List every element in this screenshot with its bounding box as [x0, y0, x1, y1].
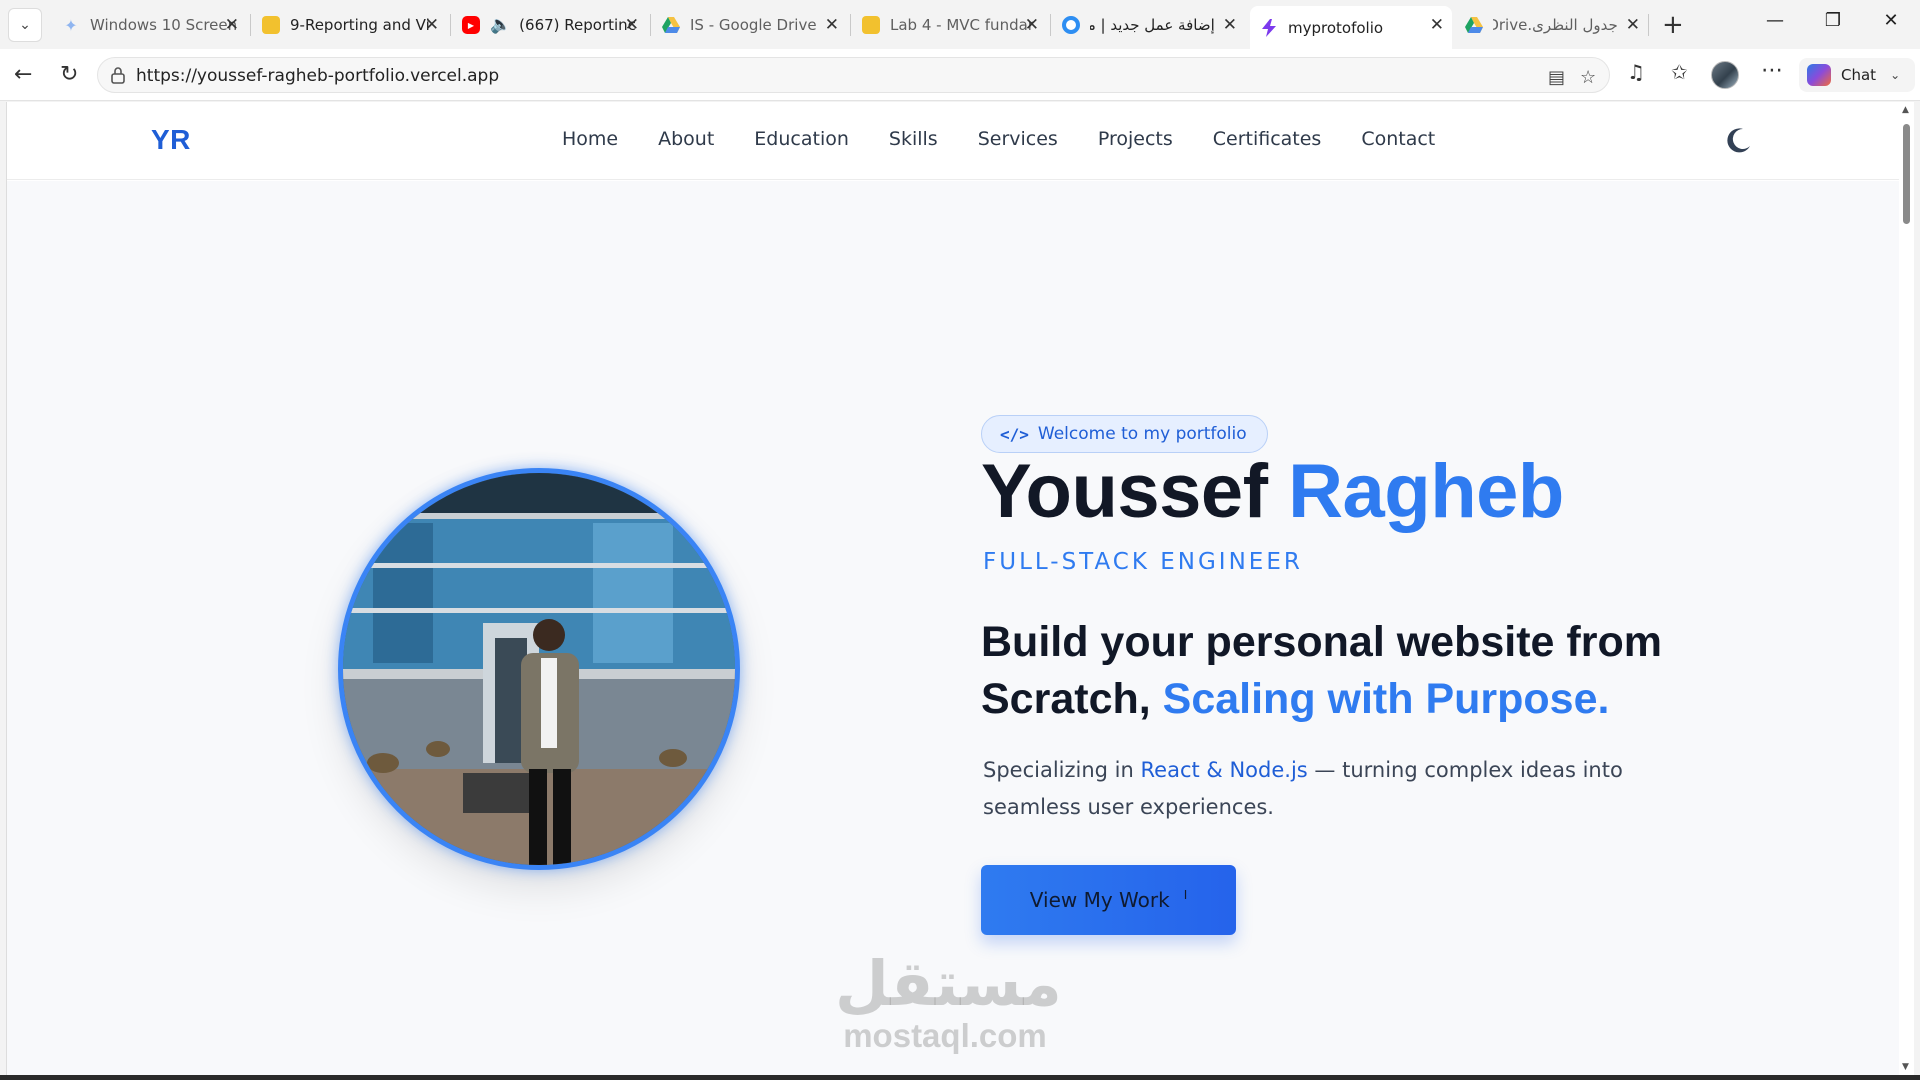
close-icon[interactable]: ✕	[425, 15, 439, 35]
tab-title: 9-Reporting and Vi	[290, 16, 430, 34]
site-menu: Home About Education Skills Services Pro…	[562, 128, 1475, 150]
close-icon[interactable]: ✕	[1626, 15, 1640, 35]
copilot-chat-button[interactable]: Chat ⌄	[1799, 58, 1915, 92]
name-first: Youssef	[981, 449, 1268, 534]
mostaql-watermark: مستقل mostaql.com	[835, 947, 1062, 1055]
code-icon: </>	[1000, 424, 1029, 444]
browser-tab[interactable]: IS - Google Drive ✕	[652, 6, 847, 44]
badge-label: Welcome to my portfolio	[1037, 424, 1247, 444]
browser-tab[interactable]: Lab 4 - MVC fundar ✕	[852, 6, 1047, 44]
scrollbar-thumb[interactable]	[1903, 124, 1910, 224]
nav-link-services[interactable]: Services	[978, 128, 1058, 150]
cta-label: View My Work	[1029, 888, 1170, 912]
close-icon[interactable]: ✕	[825, 15, 839, 35]
url-field[interactable]: https://youssef-ragheb-portfolio.vercel.…	[97, 57, 1610, 93]
speaker-icon[interactable]: 🔈	[490, 15, 511, 35]
hero-section: </> Welcome to my portfolio Youssef Ragh…	[7, 181, 1899, 1075]
browser-tab[interactable]: ▶ 🔈 (667) Reportinc ✕	[452, 6, 647, 44]
headline-line2: Scratch,	[981, 675, 1151, 723]
nav-link-home[interactable]: Home	[562, 128, 618, 150]
hero-description: Specializing in React & Node.js — turnin…	[983, 752, 1643, 826]
profile-photo	[338, 468, 740, 870]
close-icon[interactable]: ✕	[625, 15, 639, 35]
drive-icon	[1465, 16, 1483, 34]
watermark-arabic: مستقل	[835, 947, 1062, 1020]
headline-line1: Build your personal website from	[981, 618, 1662, 666]
sparkle-icon: ✦	[64, 15, 78, 35]
tab-title: (667) Reportinc	[519, 16, 636, 34]
lock-icon[interactable]	[110, 66, 126, 84]
page-viewport: YR Home About Education Skills Services …	[6, 102, 1899, 1075]
browser-tab[interactable]: ✦ Windows 10 Screen ✕	[52, 6, 247, 44]
tab-title: Windows 10 Screen	[90, 16, 237, 34]
tab-title: Lab 4 - MVC fundar	[890, 16, 1034, 34]
site-navbar: YR Home About Education Skills Services …	[7, 102, 1899, 180]
tab-strip: ⌄ ✦ Windows 10 Screen ✕ 9-Reporting and …	[0, 0, 1920, 49]
circle-icon	[1062, 16, 1080, 34]
tab-title: IS - Google Drive	[690, 16, 817, 34]
tab-actions-menu-button[interactable]: ⌄	[8, 8, 42, 42]
nav-link-projects[interactable]: Projects	[1098, 128, 1173, 150]
chat-label: Chat	[1841, 66, 1877, 84]
chevron-down-icon: ⌄	[19, 17, 31, 33]
nav-link-about[interactable]: About	[658, 128, 714, 150]
browser-tab[interactable]: إضافة عمل جديد | مـ ✕	[1052, 6, 1247, 44]
browser-tab-active[interactable]: myprotofolio ✕	[1250, 6, 1452, 49]
restore-button[interactable]: ❐	[1810, 10, 1856, 31]
site-logo[interactable]: YR	[151, 124, 191, 156]
favorite-star-icon[interactable]: ☆	[1580, 67, 1596, 88]
nav-link-skills[interactable]: Skills	[889, 128, 938, 150]
desc-prefix: Specializing in	[983, 758, 1134, 782]
close-icon[interactable]: ✕	[1223, 15, 1237, 35]
dark-mode-toggle-moon-icon[interactable]	[1721, 124, 1755, 158]
new-tab-button[interactable]: +	[1662, 10, 1684, 40]
name-last: Ragheb	[1288, 449, 1564, 534]
page-scrollbar[interactable]: ▲ ▼	[1899, 102, 1914, 1075]
scroll-down-arrow-icon[interactable]: ▼	[1902, 1062, 1909, 1072]
more-menu-icon[interactable]: ⋯	[1761, 58, 1783, 83]
watermark-latin: mostaql.com	[843, 1017, 1047, 1054]
headline-highlight: Scaling with Purpose.	[1162, 675, 1610, 723]
hero-headline: Build your personal website from Scratch…	[981, 614, 1741, 728]
back-button[interactable]: ←	[14, 62, 32, 87]
copilot-icon	[1807, 64, 1831, 86]
chevron-down-icon[interactable]: ⌄	[1890, 68, 1900, 82]
nav-link-certificates[interactable]: Certificates	[1213, 128, 1322, 150]
browser-tab[interactable]: جدول النظرى.Drive ✕	[1455, 6, 1650, 44]
tab-title: جدول النظرى.Drive	[1493, 16, 1618, 34]
scroll-up-arrow-icon[interactable]: ▲	[1902, 105, 1909, 115]
profile-avatar[interactable]	[1711, 61, 1739, 89]
view-my-work-button[interactable]: View My Work I	[981, 865, 1236, 935]
media-control-icon[interactable]: ♫	[1627, 60, 1645, 84]
close-icon[interactable]: ✕	[225, 15, 239, 35]
favorites-icon[interactable]: ✩	[1671, 60, 1688, 84]
tab-title: myprotofolio	[1288, 18, 1384, 37]
refresh-button[interactable]: ↻	[60, 62, 78, 87]
reader-view-icon[interactable]: ▤	[1548, 67, 1565, 88]
drive-icon	[662, 16, 680, 34]
text-cursor-icon: I	[1183, 888, 1188, 902]
nav-link-education[interactable]: Education	[754, 128, 849, 150]
hero-name: Youssef Ragheb	[981, 448, 1564, 535]
hero-role: FULL-STACK ENGINEER	[983, 549, 1303, 575]
minimize-button[interactable]: —	[1752, 10, 1798, 31]
tab-title: إضافة عمل جديد | مـ	[1090, 16, 1215, 34]
close-icon[interactable]: ✕	[1430, 15, 1444, 35]
slides-icon	[862, 16, 880, 34]
browser-tab[interactable]: 9-Reporting and Vi ✕	[252, 6, 447, 44]
desc-highlight: React & Node.js	[1140, 758, 1308, 782]
taskbar-edge	[0, 1075, 1920, 1080]
close-icon[interactable]: ✕	[1025, 15, 1039, 35]
nav-link-contact[interactable]: Contact	[1361, 128, 1435, 150]
url-text[interactable]: https://youssef-ragheb-portfolio.vercel.…	[136, 66, 499, 86]
slides-icon	[262, 16, 280, 34]
youtube-icon: ▶	[462, 16, 480, 34]
lightning-icon	[1260, 18, 1278, 37]
close-window-button[interactable]: ✕	[1868, 10, 1914, 31]
